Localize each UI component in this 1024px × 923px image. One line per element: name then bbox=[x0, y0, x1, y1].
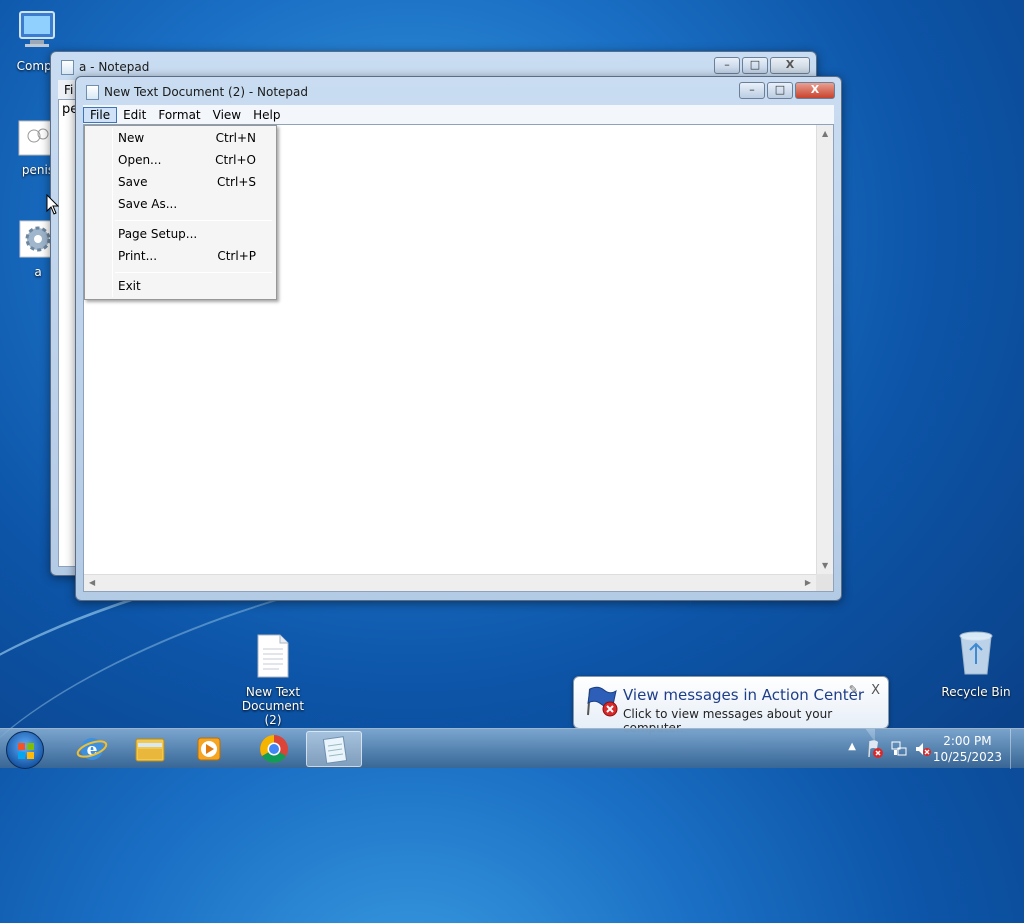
scroll-left-icon[interactable]: ◀ bbox=[89, 578, 95, 587]
minimize-button[interactable]: – bbox=[739, 82, 765, 99]
file-explorer-icon bbox=[135, 738, 165, 762]
action-center-flag-icon bbox=[584, 685, 620, 722]
window-title: New Text Document (2) - Notepad bbox=[104, 85, 309, 99]
menu-item-label: New bbox=[118, 131, 145, 145]
action-center-balloon[interactable]: View messages in Action Center Click to … bbox=[573, 676, 889, 742]
chrome-icon bbox=[260, 735, 288, 763]
clock-time: 2:00 PM bbox=[943, 734, 992, 748]
caption-buttons: – □ X bbox=[712, 57, 810, 74]
menu-file[interactable]: File bbox=[83, 106, 118, 123]
menu-item-print[interactable]: Print... Ctrl+P bbox=[118, 246, 256, 266]
taskbar-media-player[interactable] bbox=[182, 731, 238, 767]
desktop-icon-recycle-bin[interactable]: Recycle Bin bbox=[937, 630, 1015, 699]
balloon-title: View messages in Action Center bbox=[623, 686, 865, 704]
vertical-scrollbar[interactable]: ▲ ▼ bbox=[816, 125, 833, 574]
windows-logo-icon bbox=[18, 743, 34, 759]
caption-buttons: – □ X bbox=[737, 82, 835, 99]
menu-item-new[interactable]: New Ctrl+N bbox=[118, 128, 256, 148]
window-title: a - Notepad bbox=[79, 60, 150, 74]
wrench-icon[interactable]: ✎ bbox=[849, 683, 858, 696]
menu-item-label: Save As... bbox=[118, 197, 178, 211]
scroll-right-icon[interactable]: ▶ bbox=[805, 578, 811, 587]
network-icon[interactable] bbox=[890, 740, 908, 761]
text-file-icon bbox=[234, 634, 312, 681]
menu-item-shortcut: Ctrl+O bbox=[215, 153, 256, 167]
mouse-cursor-icon bbox=[46, 193, 60, 219]
internet-explorer-icon: e bbox=[76, 738, 108, 760]
horizontal-scrollbar[interactable]: ◀ ▶ bbox=[84, 574, 816, 591]
close-button[interactable]: X bbox=[795, 82, 835, 99]
menu-bar: File Edit Format View Help bbox=[83, 105, 834, 124]
menu-edit[interactable]: Edit bbox=[117, 108, 152, 122]
desktop-icon-label: New Text Document (2) bbox=[241, 685, 305, 727]
taskbar-notepad[interactable] bbox=[306, 731, 362, 767]
notepad-icon bbox=[61, 60, 74, 75]
menu-item-label: Exit bbox=[118, 279, 141, 293]
scrollbar-corner bbox=[816, 574, 833, 591]
menu-item-open[interactable]: Open... Ctrl+O bbox=[118, 150, 256, 170]
menu-item-label: Page Setup... bbox=[118, 227, 198, 241]
menu-item-shortcut: Ctrl+P bbox=[217, 249, 256, 263]
speaker-muted-icon[interactable] bbox=[914, 740, 932, 761]
minimize-button[interactable]: – bbox=[714, 57, 740, 74]
menu-item-shortcut: Ctrl+S bbox=[216, 175, 256, 189]
menu-item-page-setup[interactable]: Page Setup... bbox=[118, 224, 256, 244]
media-player-icon bbox=[197, 737, 221, 761]
scroll-up-icon[interactable]: ▲ bbox=[822, 129, 828, 138]
taskbar-internet-explorer[interactable]: e bbox=[64, 731, 120, 767]
action-center-tray-icon[interactable] bbox=[866, 739, 884, 762]
scroll-down-icon[interactable]: ▼ bbox=[822, 561, 828, 570]
computer-icon bbox=[0, 8, 76, 55]
system-clock[interactable]: 2:00 PM 10/25/2023 bbox=[933, 733, 1002, 765]
menu-view[interactable]: View bbox=[207, 108, 247, 122]
clock-date: 10/25/2023 bbox=[932, 750, 1002, 764]
show-hidden-icons-button[interactable]: ▲ bbox=[848, 741, 856, 752]
maximize-button[interactable]: □ bbox=[742, 57, 768, 74]
menu-item-label: Print... bbox=[118, 249, 158, 263]
notepad-icon bbox=[86, 85, 99, 100]
menu-gutter bbox=[112, 128, 113, 297]
menu-help[interactable]: Help bbox=[247, 108, 286, 122]
menu-item-save[interactable]: Save Ctrl+S bbox=[118, 172, 256, 192]
menu-format[interactable]: Format bbox=[152, 108, 206, 122]
taskbar-file-explorer[interactable] bbox=[122, 731, 178, 767]
menu-item-label: Open... bbox=[118, 153, 162, 167]
close-button[interactable]: X bbox=[770, 57, 810, 74]
desktop-icon-label: Recycle Bin bbox=[941, 685, 1011, 699]
menu-item-save-as[interactable]: Save As... bbox=[118, 194, 256, 214]
menu-item-shortcut: Ctrl+N bbox=[215, 131, 256, 145]
desktop-icon-text-document[interactable]: New Text Document (2) bbox=[234, 634, 312, 727]
menu-item-exit[interactable]: Exit bbox=[118, 276, 256, 296]
start-button[interactable] bbox=[6, 731, 44, 769]
taskbar-chrome[interactable] bbox=[246, 731, 302, 767]
maximize-button[interactable]: □ bbox=[767, 82, 793, 99]
recycle-bin-icon bbox=[937, 630, 1015, 681]
menu-item-label: Save bbox=[118, 175, 148, 189]
balloon-close-button[interactable]: X bbox=[871, 683, 880, 698]
taskbar: e ▲ 2:00 PM 10/25/2023 bbox=[0, 728, 1024, 769]
show-desktop-button[interactable] bbox=[1010, 729, 1024, 769]
notepad-icon bbox=[322, 736, 348, 764]
file-menu-dropdown: New Ctrl+N Open... Ctrl+O Save Ctrl+S Sa… bbox=[84, 125, 277, 300]
menu-separator bbox=[115, 220, 272, 221]
menu-separator bbox=[115, 272, 272, 273]
